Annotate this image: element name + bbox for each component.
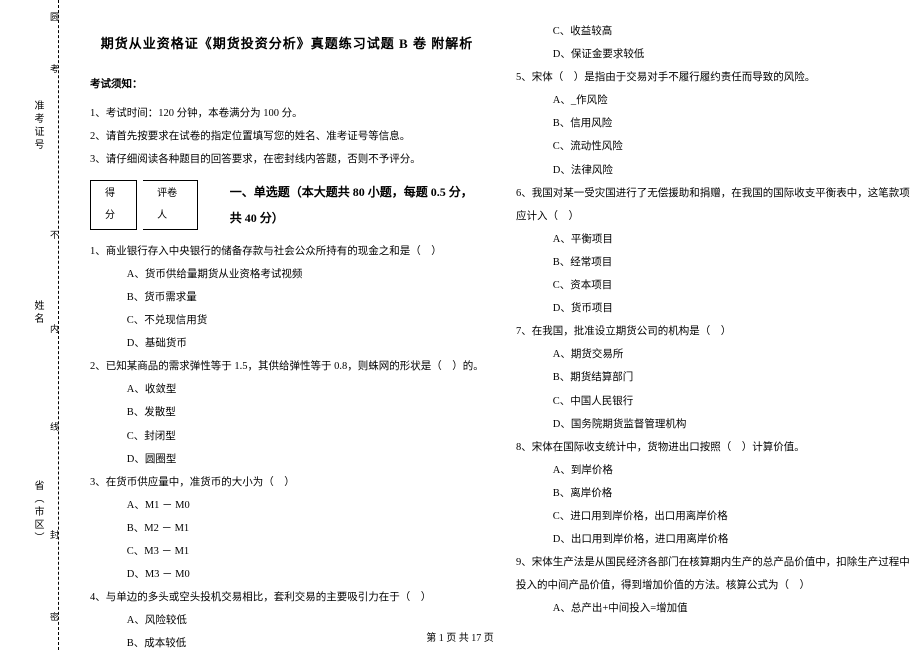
- notice-3: 3、请仔细阅读各种题目的回答要求，在密封线内答题，否则不予评分。: [90, 148, 484, 171]
- q4-d: D、保证金要求较低: [553, 43, 910, 66]
- q5-d: D、法律风险: [553, 159, 910, 182]
- q2-a: A、收敛型: [127, 378, 484, 401]
- seal-5: 密: [50, 610, 59, 623]
- q7-a: A、期货交易所: [553, 343, 910, 366]
- q4-c: C、收益较高: [553, 20, 910, 43]
- doc-title: 期货从业资格证《期货投资分析》真题练习试题 B 卷 附解析: [90, 30, 484, 59]
- q1-c: C、不兑现信用货: [127, 309, 484, 332]
- q1-a: A、货币供给量期货从业资格考试视频: [127, 263, 484, 286]
- q2-c: C、封闭型: [127, 425, 484, 448]
- q2-b: B、发散型: [127, 401, 484, 424]
- notice-header: 考试须知：: [90, 73, 484, 96]
- notice-2: 2、请首先按要求在试卷的指定位置填写您的姓名、准考证号等信息。: [90, 125, 484, 148]
- q6-d: D、货币项目: [553, 297, 910, 320]
- q1-b: B、货币需求量: [127, 286, 484, 309]
- exam-no-label: 准考证号: [30, 100, 45, 152]
- q7-stem: 7、在我国，批准设立期货公司的机构是（ ）: [516, 320, 910, 343]
- q1-d: D、基础货币: [127, 332, 484, 355]
- score-label-2: 评卷人: [143, 180, 198, 230]
- q2-stem: 2、已知某商品的需求弹性等于 1.5，其供给弹性等于 0.8，则蛛网的形状是（ …: [90, 355, 484, 378]
- column-left: 期货从业资格证《期货投资分析》真题练习试题 B 卷 附解析 考试须知： 1、考试…: [90, 20, 484, 630]
- q9-stem: 9、宋体生产法是从国民经济各部门在核算期内生产的总产品价值中，扣除生产过程中投入…: [516, 551, 910, 597]
- q8-a: A、到岸价格: [553, 459, 910, 482]
- q5-stem: 5、宋体（ ）是指由于交易对手不履行履约责任而导致的风险。: [516, 66, 910, 89]
- q1-stem: 1、商业银行存入中央银行的储备存款与社会公众所持有的现金之和是（ ）: [90, 240, 484, 263]
- q3-stem: 3、在货币供应量中，准货币的大小为（ ）: [90, 471, 484, 494]
- q3-a: A、M1 － M0: [127, 494, 484, 517]
- margin-round: 圆: [50, 10, 59, 23]
- q6-a: A、平衡项目: [553, 228, 910, 251]
- q9-a: A、总产出+中间投入=增加值: [553, 597, 910, 620]
- province-label: 省（市区）: [30, 480, 45, 545]
- q8-d: D、出口用到岸价格，进口用离岸价格: [553, 528, 910, 551]
- notice-1: 1、考试时间：120 分钟，本卷满分为 100 分。: [90, 102, 484, 125]
- q7-d: D、国务院期货监督管理机构: [553, 413, 910, 436]
- section-1-header: 一、单选题（本大题共 80 小题，每题 0.5 分，共 40 分）: [230, 179, 484, 232]
- q8-stem: 8、宋体在国际收支统计中，货物进出口按照（ ）计算价值。: [516, 436, 910, 459]
- seal-3: 线: [50, 420, 59, 433]
- q4-stem: 4、与单边的多头或空头投机交易相比，套利交易的主要吸引力在于（ ）: [90, 586, 484, 609]
- seal-2: 内: [50, 322, 59, 335]
- page-footer: 第 1 页 共 17 页: [0, 629, 920, 644]
- q7-b: B、期货结算部门: [553, 366, 910, 389]
- q7-c: C、中国人民银行: [553, 390, 910, 413]
- q8-b: B、离岸价格: [553, 482, 910, 505]
- q6-b: B、经常项目: [553, 251, 910, 274]
- seal-0: 考: [50, 62, 59, 75]
- seal-1: 不: [50, 228, 59, 241]
- q3-d: D、M3 － M0: [127, 563, 484, 586]
- q6-stem: 6、我国对某一受灾国进行了无偿援助和捐赠，在我国的国际收支平衡表中，这笔款项应计…: [516, 182, 910, 228]
- q5-c: C、流动性风险: [553, 135, 910, 158]
- seal-4: 封: [50, 528, 59, 541]
- q5-a: A、_作风险: [553, 89, 910, 112]
- q8-c: C、进口用到岸价格，出口用离岸价格: [553, 505, 910, 528]
- q3-b: B、M2 － M1: [127, 517, 484, 540]
- name-label: 姓名: [30, 300, 45, 326]
- score-label-1: 得分: [90, 180, 137, 230]
- q5-b: B、信用风险: [553, 112, 910, 135]
- q6-c: C、资本项目: [553, 274, 910, 297]
- q2-d: D、圆圈型: [127, 448, 484, 471]
- q3-c: C、M3 － M1: [127, 540, 484, 563]
- column-right: C、收益较高 D、保证金要求较低 5、宋体（ ）是指由于交易对手不履行履约责任而…: [516, 20, 910, 630]
- score-row: 得分评卷人 一、单选题（本大题共 80 小题，每题 0.5 分，共 40 分）: [90, 179, 484, 232]
